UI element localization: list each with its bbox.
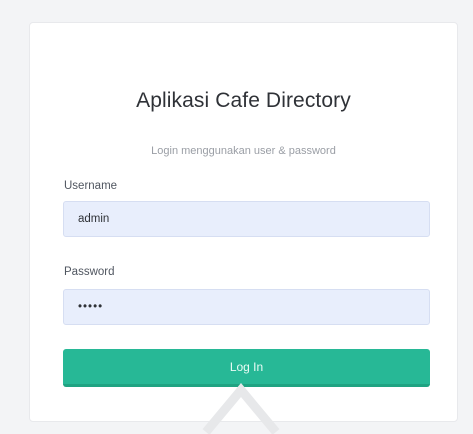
password-input[interactable] xyxy=(63,289,430,325)
password-label: Password xyxy=(64,266,115,278)
login-card: Aplikasi Cafe Directory Login menggunaka… xyxy=(29,22,458,422)
username-input[interactable] xyxy=(63,201,430,237)
watermark-logo-icon xyxy=(202,382,280,434)
page-title: Aplikasi Cafe Directory xyxy=(136,89,351,112)
username-label: Username xyxy=(64,180,118,192)
login-subtitle: Login menggunakan user & password xyxy=(151,145,336,157)
